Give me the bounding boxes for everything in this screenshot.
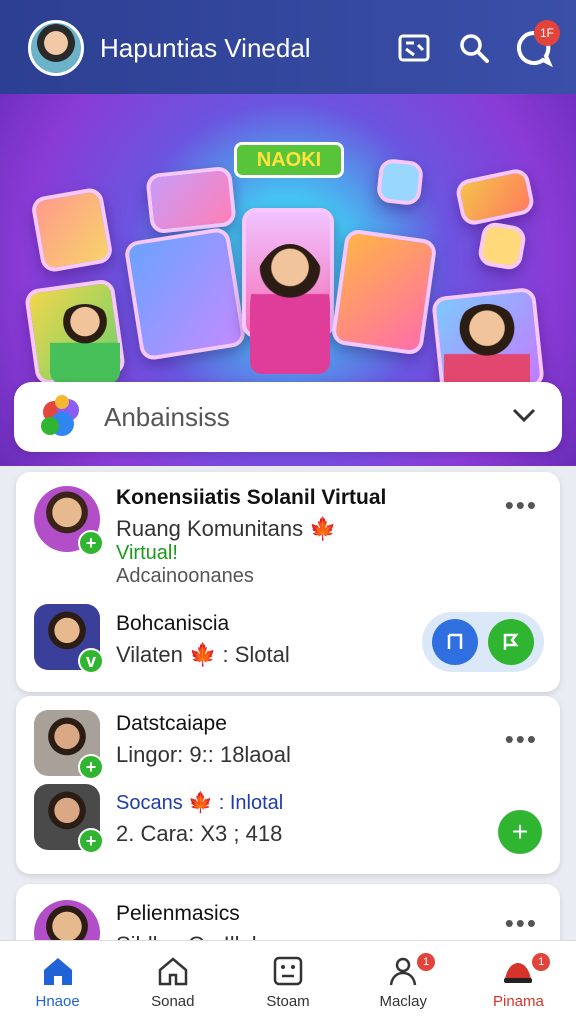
nav-profile[interactable]: 1 Maclay xyxy=(346,941,461,1024)
home-icon xyxy=(43,958,72,985)
avatar[interactable]: + xyxy=(34,486,104,556)
news-icon[interactable] xyxy=(390,24,438,72)
nav-social[interactable]: Sonad xyxy=(115,941,230,1024)
list-item[interactable]: + Socans 🍁 : Inlotal 2. Cara: X3 ; 418 xyxy=(34,784,284,854)
person-alert-icon xyxy=(389,957,417,986)
nav-label: Sonad xyxy=(151,993,195,1010)
notification-badge: 1 xyxy=(417,953,436,971)
notification-badge: 1 xyxy=(532,953,551,971)
item-subtitle: Ruang Komunitans 🍁 xyxy=(116,516,337,541)
item-meta: Adcainoonanes xyxy=(116,565,254,587)
video-call-button[interactable] xyxy=(432,619,478,665)
chevron-down-icon[interactable] xyxy=(510,401,538,434)
flag-button[interactable] xyxy=(488,619,534,665)
add-icon[interactable]: + xyxy=(78,530,104,556)
add-icon[interactable]: v xyxy=(78,648,104,674)
nav-label: Hnaoe xyxy=(35,993,80,1010)
hat-icon xyxy=(504,963,533,983)
avatar[interactable]: + xyxy=(34,784,104,854)
add-button[interactable]: + xyxy=(498,810,542,854)
item-subtitle: Vilaten 🍁 : Slotal xyxy=(116,642,290,667)
item-title: Datstcaiape xyxy=(116,712,227,735)
illustration-card xyxy=(145,165,237,235)
item-title: Konensiiatis Solanil Virtual xyxy=(116,486,387,509)
more-options-icon[interactable]: ••• xyxy=(505,908,538,939)
app-header: Hapuntias Vinedal 1F xyxy=(0,0,576,96)
more-options-icon[interactable]: ••• xyxy=(505,724,538,755)
feed-card: + Konensiiatis Solanil Virtual Ruang Kom… xyxy=(16,472,560,692)
house-outline-icon xyxy=(158,957,188,986)
nav-label: Maclay xyxy=(379,993,427,1010)
banner-character xyxy=(250,244,330,374)
illustration-card xyxy=(330,228,438,356)
add-icon[interactable]: + xyxy=(78,828,104,854)
item-title: Bohcaniscia xyxy=(116,612,230,635)
action-group xyxy=(422,612,544,672)
avatar[interactable] xyxy=(28,20,84,76)
nav-more[interactable]: 1 Pinama xyxy=(461,941,576,1024)
list-item[interactable]: v Bohcaniscia Vilaten 🍁 : Slotal xyxy=(34,604,290,674)
nav-home[interactable]: Hnaoe xyxy=(0,941,115,1024)
feed-card: + Datstcaiape Lingor: 9:: 18laoal ••• + … xyxy=(16,696,560,874)
search-icon[interactable] xyxy=(450,24,498,72)
avatar[interactable]: + xyxy=(34,710,104,780)
list-item[interactable]: + Konensiiatis Solanil Virtual Ruang Kom… xyxy=(34,486,386,588)
selector-label: Anbainsiss xyxy=(104,401,230,432)
item-subtitle: Lingor: 9:: 18laoal xyxy=(116,742,291,767)
add-icon[interactable]: + xyxy=(78,754,104,780)
nav-label: Pinama xyxy=(492,993,544,1010)
list-item[interactable]: + Datstcaiape Lingor: 9:: 18laoal xyxy=(34,710,291,780)
illustration-card xyxy=(476,220,528,272)
more-options-icon[interactable]: ••• xyxy=(505,490,538,521)
nav-stream[interactable]: Stoam xyxy=(230,941,345,1024)
app-title: Hapuntias Vinedal xyxy=(100,32,311,63)
illustration-card xyxy=(454,166,536,228)
community-selector[interactable]: Anbainsiss xyxy=(14,382,562,452)
chat-icon[interactable]: 1F xyxy=(510,20,560,72)
notification-badge: 1F xyxy=(534,20,560,46)
bottom-nav: Hnaoe Sonad Stoam 1 Maclay 1 Pinama xyxy=(0,940,576,1024)
grid-icon xyxy=(273,956,303,986)
banner-badge: NAOKI xyxy=(234,142,344,178)
banner-character xyxy=(50,304,120,384)
item-status: Virtual! xyxy=(116,542,178,564)
illustration-card xyxy=(29,186,115,274)
item-title: Socans 🍁 : Inlotal xyxy=(116,792,284,814)
avatar[interactable]: v xyxy=(34,604,104,674)
illustration-card xyxy=(375,157,425,207)
item-title: Pelienmasics xyxy=(116,902,240,925)
community-logo-icon xyxy=(38,394,84,440)
item-subtitle: 2. Cara: X3 ; 418 xyxy=(116,821,283,846)
illustration-card xyxy=(123,226,247,362)
nav-label: Stoam xyxy=(266,993,310,1010)
